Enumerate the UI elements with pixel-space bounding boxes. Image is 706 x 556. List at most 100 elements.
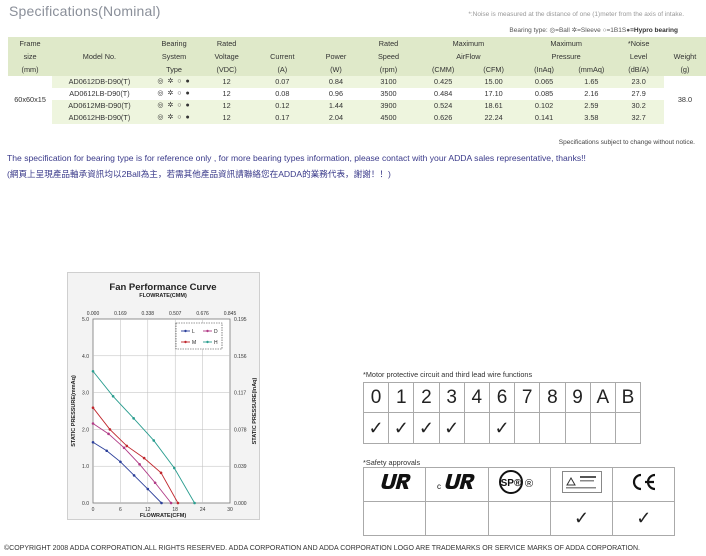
hdr-noise-1: *Noise xyxy=(613,37,664,50)
bearing-symbols: ◎ ✲ ○ ● xyxy=(146,100,202,112)
data-point-m xyxy=(176,501,180,505)
data-point-l xyxy=(146,487,150,491)
voltage-cell: 12 xyxy=(201,76,252,88)
noise-note: *:Noise is measured at the distance of o… xyxy=(468,11,684,18)
cfm-cell: 22.24 xyxy=(468,112,519,124)
frame-size-cell: 60x60x15 xyxy=(8,76,53,124)
hdr-cmm: (CMM) xyxy=(417,63,469,76)
bearing-legend-sleeve: =Sleeve xyxy=(577,27,601,34)
y-tick-label: 4.0 xyxy=(82,354,89,360)
hdr-model-1 xyxy=(52,37,147,50)
hdr-frame-2: size xyxy=(8,50,53,63)
cfm-cell: 18.61 xyxy=(468,100,519,112)
data-point-d xyxy=(107,432,110,436)
y-tick-label: 2.0 xyxy=(82,427,89,433)
right-tick-label: 0.156 xyxy=(234,354,247,360)
hdr-speed-2: Speed xyxy=(359,50,418,63)
speed-cell: 3100 xyxy=(359,76,418,88)
hdr-speed-3: (rpm) xyxy=(359,63,418,76)
current-cell: 0.17 xyxy=(251,112,313,124)
csa-logo-icon: SP® ® xyxy=(499,470,533,494)
right-axis-label: STATIC PRESSURE(InAq) xyxy=(252,377,258,444)
data-point-l xyxy=(160,501,163,505)
hdr-frame-3: (mm) xyxy=(8,63,53,76)
data-point-m xyxy=(108,428,112,431)
y-tick-label: 1.0 xyxy=(82,464,89,470)
noise-cell: 30.2 xyxy=(613,100,664,112)
hdr-voltage-2: Voltage xyxy=(201,50,252,63)
hdr-noise-3: (dB/A) xyxy=(613,63,664,76)
data-point-m xyxy=(159,471,163,475)
bearing-legend: Bearing type: ◎=Ball ✲=Sleeve ○=1B1S●=Hy… xyxy=(509,26,678,34)
cmm-cell: 0.524 xyxy=(417,100,469,112)
csa-logo-text: SP® xyxy=(501,478,522,489)
data-point-d xyxy=(91,422,95,425)
motor-check-0: ✓ xyxy=(362,412,390,444)
copyright: ©COPYRIGHT 2008 ADDA CORPORATION.ALL RIG… xyxy=(4,545,640,552)
motor-check-9 xyxy=(564,412,591,444)
cmm-cell: 0.425 xyxy=(417,76,469,88)
noise-cell: 32.7 xyxy=(613,112,664,124)
model-cell: AD0612HB-D90(T) xyxy=(52,112,147,124)
data-point-h xyxy=(172,466,176,470)
right-tick-label: 0.078 xyxy=(234,427,247,433)
motor-check-7 xyxy=(514,412,541,444)
hdr-voltage-3: (VDC) xyxy=(201,63,252,76)
hdr-bearing-1: Bearing xyxy=(146,37,202,50)
hdr-current: Current xyxy=(251,50,313,63)
motor-code-6: 6 xyxy=(488,382,516,413)
motor-label: *Motor protective circuit and third lead… xyxy=(363,370,533,379)
motor-check-1: ✓ xyxy=(388,412,415,444)
hdr-airflow-1: Maximum xyxy=(417,37,519,50)
hdr-power-1 xyxy=(312,37,360,50)
y-axis-label: STATIC PRESSURE(mmAq) xyxy=(71,375,77,447)
hdr-pressure-1: Maximum xyxy=(518,37,614,50)
data-point-l xyxy=(91,440,95,444)
subject-note: Specifications subject to change without… xyxy=(558,139,695,146)
right-tick-label: 0.039 xyxy=(234,464,247,470)
cur-logo-icon: c xyxy=(437,474,475,491)
ur-logo-icon xyxy=(381,474,411,489)
motor-code-A: A xyxy=(589,382,616,413)
legend-marker-m xyxy=(184,340,187,344)
top-tick-label: 0.338 xyxy=(142,311,155,317)
x-tick-label: 0 xyxy=(92,507,95,513)
hdr-power: Power xyxy=(312,50,360,63)
bearing-symbols: ◎ ✲ ○ ● xyxy=(146,76,202,88)
x-tick-label: 6 xyxy=(119,507,122,513)
fan-performance-chart: Fan Performance Curve FLOWRATE(CMM) 0 0.000… xyxy=(67,272,260,520)
tuv-logo-cell xyxy=(549,467,614,502)
data-point-h xyxy=(152,439,156,442)
hdr-frame-1: Frame xyxy=(8,37,53,50)
x-tick-label: 30 xyxy=(227,507,233,513)
data-point-m xyxy=(91,406,95,409)
legend-marker-h xyxy=(206,340,209,344)
safety-table: c SP® ® ✓ ✓ xyxy=(362,467,676,536)
top-tick-label: 0.169 xyxy=(114,311,127,317)
motor-code-0: 0 xyxy=(362,382,390,413)
inaq-cell: 0.141 xyxy=(518,112,570,124)
cur-logo-cell: c xyxy=(425,467,489,502)
inaq-cell: 0.102 xyxy=(518,100,570,112)
motor-check-4 xyxy=(463,412,490,444)
hdr-weight-unit: (g) xyxy=(663,63,706,76)
bearing-legend-hypro: =Hypro bearing xyxy=(630,27,678,34)
hdr-current-unit: (A) xyxy=(251,63,313,76)
bearing-legend-prefix: Bearing type: xyxy=(509,27,548,34)
safety-logos-row: c SP® ® xyxy=(362,467,676,502)
csa-logo-cell: SP® ® xyxy=(487,467,551,502)
motor-check-3: ✓ xyxy=(438,412,465,444)
power-cell: 1.44 xyxy=(312,100,360,112)
page-title: Specifications(Nominal) xyxy=(9,3,161,19)
bearing-symbols: ◎ ✲ ○ ● xyxy=(146,112,202,124)
top-tick-label: 0.507 xyxy=(169,311,182,317)
data-point-m xyxy=(125,444,129,448)
cmm-cell: 0.484 xyxy=(417,88,469,100)
hdr-current-1 xyxy=(251,37,313,50)
motor-code-7: 7 xyxy=(514,382,541,413)
legend-label-l: L xyxy=(192,329,195,335)
motor-check-6: ✓ xyxy=(488,412,516,444)
motor-code-B: B xyxy=(614,382,642,413)
power-cell: 2.04 xyxy=(312,112,360,124)
disclaimer-en: The specification for bearing type is fo… xyxy=(7,153,586,163)
